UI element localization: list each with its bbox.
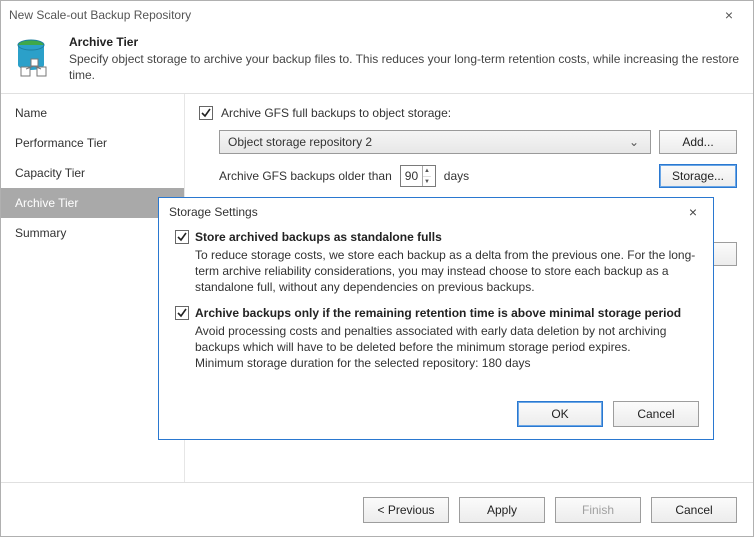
add-button-label: Add... bbox=[682, 135, 713, 149]
nav-capacity-tier[interactable]: Capacity Tier bbox=[1, 158, 184, 188]
days-value: 90 bbox=[405, 169, 418, 183]
older-suffix: days bbox=[444, 169, 469, 183]
chevron-down-icon: ⌄ bbox=[626, 135, 642, 149]
apply-button[interactable]: Apply bbox=[459, 497, 545, 523]
archive-checkbox-label: Archive GFS full backups to object stora… bbox=[221, 106, 451, 120]
nav-summary[interactable]: Summary bbox=[1, 218, 184, 248]
titlebar: New Scale-out Backup Repository × bbox=[1, 1, 753, 29]
nav-archive-tier[interactable]: Archive Tier bbox=[1, 188, 184, 218]
retention-threshold-desc: Avoid processing costs and penalties ass… bbox=[195, 323, 697, 355]
dialog-close-button[interactable]: × bbox=[683, 204, 703, 220]
archive-checkbox[interactable] bbox=[199, 106, 213, 120]
storage-button[interactable]: Storage... bbox=[659, 164, 737, 188]
ok-label: OK bbox=[551, 407, 568, 421]
standalone-fulls-desc: To reduce storage costs, we store each b… bbox=[195, 247, 697, 296]
dialog-cancel-button[interactable]: Cancel bbox=[613, 401, 699, 427]
finish-button: Finish bbox=[555, 497, 641, 523]
repository-icon bbox=[13, 35, 59, 81]
dialog-footer: OK Cancel bbox=[159, 393, 713, 439]
window-title: New Scale-out Backup Repository bbox=[9, 8, 713, 22]
header: Archive Tier Specify object storage to a… bbox=[1, 29, 753, 94]
opt-retention-threshold: Archive backups only if the remaining re… bbox=[175, 306, 697, 372]
page-subtitle: Specify object storage to archive your b… bbox=[69, 51, 741, 83]
cancel-button[interactable]: Cancel bbox=[651, 497, 737, 523]
dialog-cancel-label: Cancel bbox=[637, 407, 674, 421]
retention-threshold-checkbox[interactable] bbox=[175, 306, 189, 320]
dialog-body: Store archived backups as standalone ful… bbox=[159, 226, 713, 393]
finish-label: Finish bbox=[582, 503, 614, 517]
ok-button[interactable]: OK bbox=[517, 401, 603, 427]
nav-performance-tier[interactable]: Performance Tier bbox=[1, 128, 184, 158]
older-row: Archive GFS backups older than 90 ▲ ▼ da… bbox=[219, 164, 737, 188]
previous-button[interactable]: < Previous bbox=[363, 497, 449, 523]
spin-up-icon[interactable]: ▲ bbox=[423, 166, 431, 177]
spin-controls[interactable]: ▲ ▼ bbox=[422, 166, 431, 186]
cancel-label: Cancel bbox=[675, 503, 712, 517]
archive-toggle-row: Archive GFS full backups to object stora… bbox=[199, 106, 737, 120]
dialog-title: Storage Settings bbox=[169, 205, 683, 219]
retention-threshold-label: Archive backups only if the remaining re… bbox=[195, 306, 681, 320]
repository-combo[interactable]: Object storage repository 2 ⌄ bbox=[219, 130, 651, 154]
spin-down-icon[interactable]: ▼ bbox=[423, 177, 431, 187]
older-prefix: Archive GFS backups older than bbox=[219, 169, 392, 183]
page-title: Archive Tier bbox=[69, 35, 741, 49]
storage-settings-dialog: Storage Settings × Store archived backup… bbox=[158, 197, 714, 440]
nav-name[interactable]: Name bbox=[1, 98, 184, 128]
apply-label: Apply bbox=[487, 503, 517, 517]
footer: < Previous Apply Finish Cancel bbox=[1, 482, 753, 536]
wizard-window: New Scale-out Backup Repository × Archiv… bbox=[0, 0, 754, 537]
window-close-button[interactable]: × bbox=[713, 7, 745, 23]
days-spinbox[interactable]: 90 ▲ ▼ bbox=[400, 165, 436, 187]
add-repository-button[interactable]: Add... bbox=[659, 130, 737, 154]
repo-row: Object storage repository 2 ⌄ Add... bbox=[219, 130, 737, 154]
repository-combo-value: Object storage repository 2 bbox=[228, 135, 626, 149]
opt-standalone-fulls: Store archived backups as standalone ful… bbox=[175, 230, 697, 296]
storage-button-label: Storage... bbox=[672, 169, 724, 183]
retention-threshold-note: Minimum storage duration for the selecte… bbox=[195, 355, 697, 371]
header-text: Archive Tier Specify object storage to a… bbox=[69, 35, 741, 83]
dialog-titlebar: Storage Settings × bbox=[159, 198, 713, 226]
previous-label: < Previous bbox=[377, 503, 434, 517]
standalone-fulls-checkbox[interactable] bbox=[175, 230, 189, 244]
standalone-fulls-label: Store archived backups as standalone ful… bbox=[195, 230, 442, 244]
